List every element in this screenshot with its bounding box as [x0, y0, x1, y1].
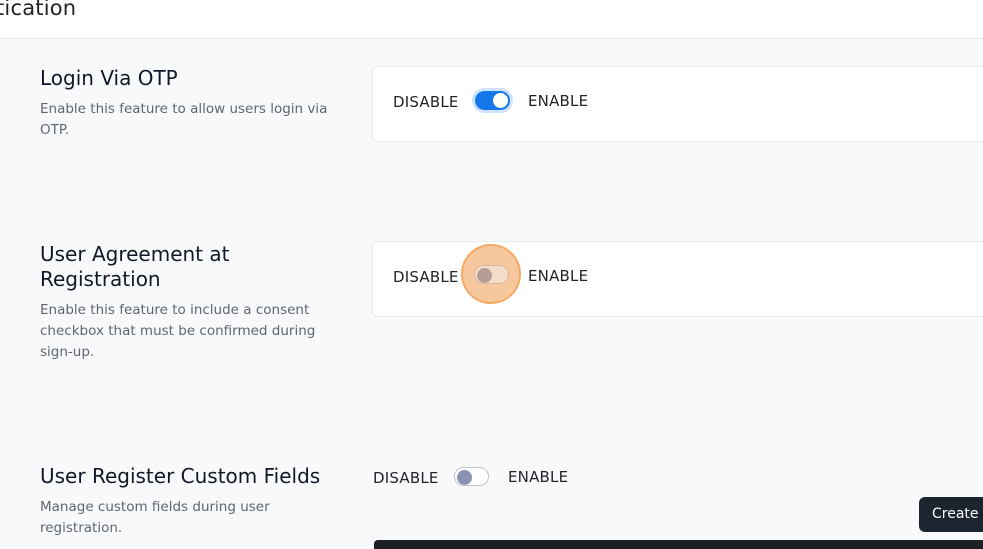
otp-setting-title: Login Via OTP — [40, 66, 178, 90]
agreement-setting-title: User Agreement at Registration — [40, 242, 230, 291]
toggle-knob — [477, 267, 492, 283]
otp-toggle[interactable] — [475, 91, 510, 110]
page-header: tication — [0, 0, 983, 39]
toggle-knob — [457, 469, 472, 485]
otp-toggle-card: DISABLE ENABLE — [372, 66, 983, 142]
otp-enable-label: ENABLE — [528, 92, 589, 110]
agreement-setting-description: Enable this feature to include a consent… — [40, 302, 316, 360]
agreement-enable-label: ENABLE — [528, 267, 589, 285]
otp-setting-description: Enable this feature to allow users login… — [40, 101, 328, 138]
agreement-toggle-card: DISABLE ENABLE — [372, 241, 983, 317]
custom-fields-enable-label: ENABLE — [508, 468, 569, 486]
custom-fields-panel — [374, 540, 983, 549]
agreement-disable-label: DISABLE — [393, 268, 459, 286]
agreement-toggle[interactable] — [474, 265, 509, 284]
custom-fields-setting-description: Manage custom fields during user registr… — [40, 499, 270, 536]
toggle-knob — [493, 93, 508, 108]
otp-disable-label: DISABLE — [393, 93, 459, 111]
create-custom-field-button[interactable]: Create — [919, 497, 983, 532]
custom-fields-setting-title: User Register Custom Fields — [40, 464, 321, 488]
page-title: tication — [0, 0, 77, 20]
page: tication Login Via OTP Enable this featu… — [0, 0, 983, 549]
custom-fields-toggle[interactable] — [454, 467, 489, 486]
custom-fields-disable-label: DISABLE — [373, 469, 439, 487]
